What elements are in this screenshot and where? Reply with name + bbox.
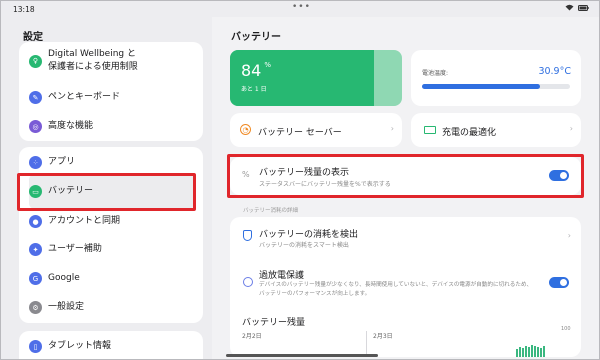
menu-item-general[interactable]: ⚙ 一般設定: [29, 301, 84, 314]
shield-icon: [243, 230, 252, 241]
system-icons: [565, 4, 589, 11]
chevron-right-icon: ›: [569, 124, 573, 133]
usage-bar: [540, 348, 542, 357]
settings-group-3: ▯ タブレット情報: [19, 331, 203, 359]
battery-status-icon: [578, 4, 589, 11]
temperature-value: 30.9°C: [538, 66, 571, 77]
chevron-right-icon: ›: [567, 231, 571, 240]
protect-icon: [243, 277, 253, 287]
pen-icon: ✎: [29, 91, 42, 104]
overcharge-subtitle: デバイスのバッテリー残量が少なくなり、長時間使用していないと、デバイスの電源が自…: [259, 282, 533, 297]
overcharge-toggle[interactable]: [549, 277, 569, 288]
highlight-box-percentage: [227, 154, 584, 198]
usage-bar: [528, 347, 530, 357]
usage-bar: [516, 349, 518, 357]
overcharge-title: 過放電保護: [259, 271, 305, 281]
usage-bar: [519, 347, 521, 357]
menu-item-account-sync[interactable]: ● アカウントと同期: [29, 215, 120, 228]
advanced-icon: ◎: [29, 120, 42, 133]
wellbeing-icon: ♀: [29, 54, 42, 68]
menu-item-accessibility[interactable]: ✦ ユーザー補助: [29, 243, 102, 256]
battery-temperature-card: 電池温度: 30.9°C: [411, 50, 581, 106]
usage-chart-ymax: 100: [561, 326, 571, 332]
temperature-track: [422, 84, 570, 89]
charge-optimize-label: 充電の最適化: [442, 128, 497, 138]
usage-date-2: 2月3日: [373, 333, 393, 340]
usage-bar: [543, 346, 545, 357]
drain-detect-row[interactable]: バッテリーの消耗を検出 バッテリーの消耗をスマート検出 ›: [230, 217, 581, 253]
menu-item-label: ユーザー補助: [48, 244, 102, 254]
screen: 13:18 ••• 設定 ♀ Digital Wellbeing と 保護者によ…: [0, 0, 600, 360]
battery-percent: 84%: [241, 61, 272, 80]
drain-detect-subtitle: バッテリーの消耗をスマート検出: [259, 242, 349, 249]
settings-group-1: ♀ Digital Wellbeing と 保護者による使用制限 ✎ ペンとキー…: [19, 42, 203, 141]
google-icon: G: [29, 272, 42, 285]
navigation-handle[interactable]: [226, 354, 378, 357]
usage-bar: [525, 346, 527, 357]
temperature-label: 電池温度:: [422, 70, 449, 77]
usage-date-1: 2月2日: [242, 333, 262, 340]
chevron-right-icon: ›: [390, 124, 394, 133]
apps-icon: ⁘: [29, 156, 42, 169]
menu-item-label: タブレット情報: [48, 341, 112, 351]
menu-item-label: アプリ: [48, 157, 76, 167]
battery-saver-label: バッテリー セーバー: [258, 128, 342, 138]
tablet-info-icon: ▯: [29, 340, 42, 353]
menu-item-pen-keyboard[interactable]: ✎ ペンとキーボード: [29, 91, 120, 104]
highlight-box-battery: [17, 173, 196, 211]
menu-item-apps[interactable]: ⁘ アプリ: [29, 156, 75, 169]
multiwindow-dots[interactable]: •••: [292, 2, 311, 12]
accessibility-icon: ✦: [29, 243, 42, 256]
menu-item-label: Google: [48, 273, 80, 283]
wifi-icon: [565, 4, 574, 11]
menu-item-label: 高度な機能: [48, 121, 94, 131]
menu-item-label: Digital Wellbeing と 保護者による使用制限: [48, 49, 138, 72]
clock: 13:18: [13, 5, 35, 14]
account-icon: ●: [29, 215, 42, 228]
menu-item-digital-wellbeing[interactable]: ♀ Digital Wellbeing と 保護者による使用制限: [29, 48, 138, 74]
menu-item-label: アカウントと同期: [48, 216, 121, 226]
usage-bar: [534, 346, 536, 357]
battery-level-card[interactable]: 84% あと 1 日: [230, 50, 402, 106]
menu-item-google[interactable]: G Google: [29, 272, 80, 285]
battery-saver-card[interactable]: ◔ バッテリー セーバー ›: [230, 113, 402, 147]
menu-item-label: 一般設定: [48, 302, 85, 312]
section-label-drain: バッテリー消耗の詳細: [243, 208, 299, 214]
battery-page-title: バッテリー: [231, 32, 281, 43]
usage-bar: [537, 347, 539, 357]
battery-saver-icon: ◔: [240, 124, 251, 135]
general-icon: ⚙: [29, 301, 42, 314]
charge-optimize-card[interactable]: 充電の最適化 ›: [411, 113, 581, 147]
overcharge-row[interactable]: 過放電保護 デバイスのバッテリー残量が少なくなり、長時間使用していないと、デバイ…: [230, 261, 581, 309]
settings-title: 設定: [23, 32, 43, 43]
menu-item-advanced[interactable]: ◎ 高度な機能: [29, 120, 93, 133]
status-bar: 13:18 •••: [1, 1, 599, 17]
usage-bar: [522, 348, 524, 357]
charge-optimize-icon: [424, 126, 436, 134]
menu-item-label: ペンとキーボード: [48, 92, 121, 102]
drain-detect-title: バッテリーの消耗を検出: [259, 230, 359, 240]
battery-drain-card: バッテリーの消耗を検出 バッテリーの消耗をスマート検出 › 過放電保護 デバイス…: [230, 217, 581, 357]
temperature-bar: [422, 84, 541, 89]
battery-usage-title: バッテリー残量: [242, 318, 306, 328]
usage-bar: [531, 345, 533, 357]
battery-remaining: あと 1 日: [241, 86, 267, 93]
menu-item-tablet-info[interactable]: ▯ タブレット情報: [29, 340, 111, 353]
